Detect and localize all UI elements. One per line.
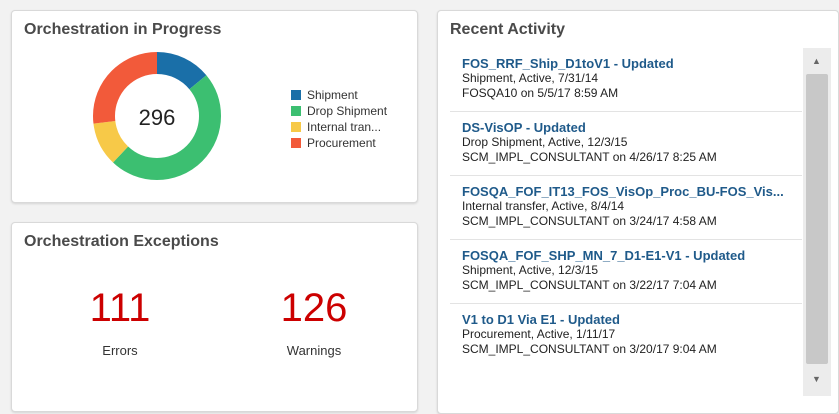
activity-item-link[interactable]: DS-VisOP - Updated	[462, 120, 798, 135]
legend-item-internal-transfer: Internal tran...	[291, 119, 387, 135]
errors-count[interactable]: 111	[50, 285, 190, 331]
progress-title: Orchestration in Progress	[24, 21, 222, 38]
activity-item: FOSQA_FOF_SHP_MN_7_D1-E1-V1 - Updated Sh…	[450, 240, 802, 304]
warnings-metric[interactable]: 126 Warnings	[244, 285, 384, 358]
activity-item: DS-VisOP - Updated Drop Shipment, Active…	[450, 112, 802, 176]
legend-item-procurement: Procurement	[291, 135, 387, 151]
scroll-up-icon[interactable]: ▲	[812, 56, 821, 66]
recent-activity-panel: Recent Activity FOS_RRF_Ship_D1toV1 - Up…	[437, 10, 839, 414]
legend-swatch	[291, 138, 301, 148]
activity-item: FOSQA_FOF_IT13_FOS_VisOp_Proc_BU-FOS_Vis…	[450, 176, 802, 240]
legend-swatch	[291, 90, 301, 100]
warnings-label: Warnings	[286, 343, 342, 358]
donut-legend: Shipment Drop Shipment Internal tran... …	[291, 87, 387, 151]
activity-item: FOS_RRF_Ship_D1toV1 - Updated Shipment, …	[450, 48, 802, 112]
legend-item-drop-shipment: Drop Shipment	[291, 103, 387, 119]
activity-item-link[interactable]: V1 to D1 Via E1 - Updated	[462, 312, 798, 327]
legend-item-shipment: Shipment	[291, 87, 387, 103]
activity-item-link[interactable]: FOS_RRF_Ship_D1toV1 - Updated	[462, 56, 798, 71]
activity-scrollbar[interactable]: ▲ ▼	[803, 48, 831, 396]
activity-list: FOS_RRF_Ship_D1toV1 - Updated Shipment, …	[450, 48, 802, 396]
errors-label: Errors	[102, 343, 138, 358]
activity-item: V1 to D1 Via E1 - Updated Procurement, A…	[450, 304, 802, 368]
legend-swatch	[291, 106, 301, 116]
orchestration-exceptions-panel: Orchestration Exceptions 111 Errors 126 …	[11, 222, 418, 412]
exceptions-title: Orchestration Exceptions	[24, 233, 219, 250]
legend-swatch	[291, 122, 301, 132]
warnings-count[interactable]: 126	[244, 285, 384, 331]
progress-donut-chart[interactable]: 296	[92, 51, 222, 181]
errors-metric[interactable]: 111 Errors	[50, 285, 190, 358]
activity-item-link[interactable]: FOSQA_FOF_IT13_FOS_VisOp_Proc_BU-FOS_Vis…	[462, 184, 798, 199]
activity-item-link[interactable]: FOSQA_FOF_SHP_MN_7_D1-E1-V1 - Updated	[462, 248, 798, 263]
donut-total: 296	[139, 105, 176, 130]
activity-title: Recent Activity	[450, 21, 565, 38]
scrollbar-thumb[interactable]	[806, 74, 828, 364]
scroll-down-icon[interactable]: ▼	[812, 374, 821, 384]
orchestration-progress-panel: Orchestration in Progress 296 Shipment D…	[11, 10, 418, 203]
